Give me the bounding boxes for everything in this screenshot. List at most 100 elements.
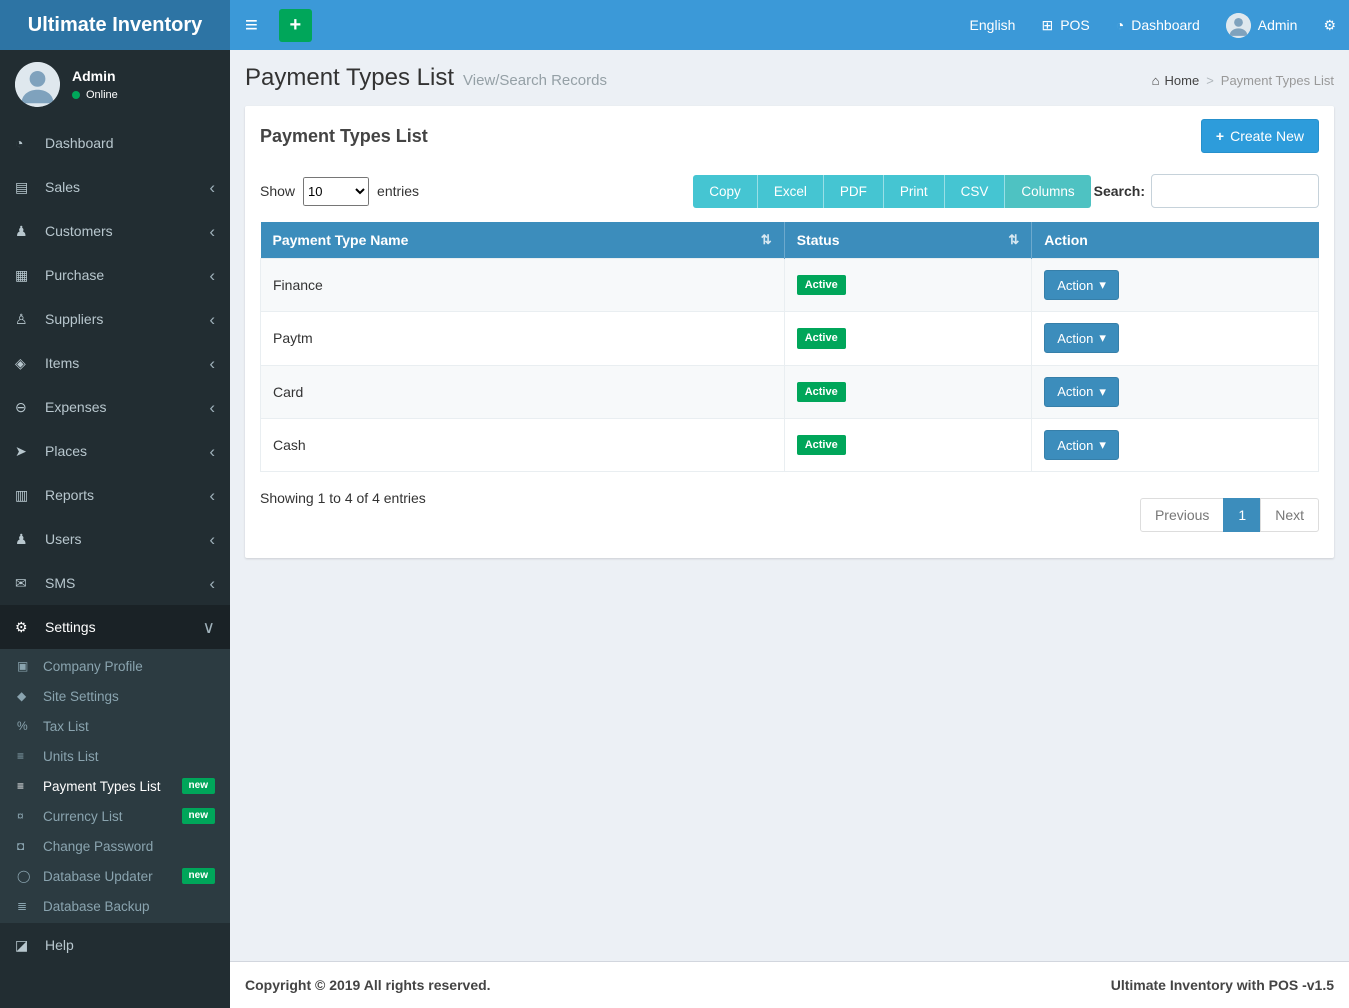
excel-button[interactable]: Excel	[758, 175, 824, 208]
customers-icon: ♟	[15, 223, 40, 240]
home-icon: ⌂	[1152, 73, 1160, 88]
sidebar-subitem-units-list[interactable]: ≡ Units List	[0, 741, 230, 771]
sidebar-subitem-change-password[interactable]: ◘ Change Password	[0, 831, 230, 861]
sidebar-item-label: Users	[45, 531, 82, 547]
sidebar-item-expenses[interactable]: ⊖ Expenses ‹	[0, 385, 230, 429]
sidebar-item-sales[interactable]: ▤ Sales ‹	[0, 165, 230, 209]
sidebar-item-sms[interactable]: ✉ SMS ‹	[0, 561, 230, 605]
action-dropdown-button[interactable]: Action ▾	[1044, 430, 1119, 460]
pagination-previous-button[interactable]: Previous	[1140, 498, 1224, 532]
search-input[interactable]	[1151, 174, 1319, 208]
page-title: Payment Types List	[245, 64, 454, 92]
caret-down-icon: ▾	[1099, 437, 1106, 453]
column-label: Status	[797, 232, 840, 248]
column-label: Payment Type Name	[273, 232, 409, 248]
pagination-page-1-button[interactable]: 1	[1223, 498, 1261, 532]
sales-icon: ▤	[15, 179, 40, 196]
expenses-icon: ⊖	[15, 399, 40, 416]
app-logo[interactable]: Ultimate Inventory	[0, 0, 230, 50]
chevron-left-icon: ‹	[209, 575, 215, 592]
currency-icon: ¤	[17, 809, 40, 823]
page-length-select[interactable]: 10	[303, 177, 369, 206]
sidebar-user-status[interactable]: Online	[72, 89, 118, 101]
sidebar-item-label: Dashboard	[45, 135, 114, 151]
items-icon: ◈	[15, 355, 40, 372]
copy-button[interactable]: Copy	[693, 175, 758, 208]
chevron-left-icon: ‹	[209, 267, 215, 284]
gear-icon: ⚙	[1323, 17, 1336, 34]
nav-dashboard[interactable]: ◔ Dashboard	[1103, 0, 1213, 50]
sidebar-item-users[interactable]: ♟ Users ‹	[0, 517, 230, 561]
nav-user-label: Admin	[1258, 17, 1298, 33]
suppliers-icon: ♙	[15, 311, 40, 328]
column-header-status[interactable]: Status ⇅	[784, 222, 1032, 259]
sidebar-item-suppliers[interactable]: ♙ Suppliers ‹	[0, 297, 230, 341]
percent-icon: %	[17, 719, 40, 733]
sidebar-item-items[interactable]: ◈ Items ‹	[0, 341, 230, 385]
action-dropdown-button[interactable]: Action ▾	[1044, 323, 1119, 353]
new-badge: new	[182, 778, 215, 794]
print-button[interactable]: Print	[884, 175, 945, 208]
sidebar-item-label: SMS	[45, 575, 75, 591]
quick-add-button[interactable]: +	[279, 9, 312, 42]
pdf-button[interactable]: PDF	[824, 175, 884, 208]
action-label: Action	[1057, 331, 1093, 346]
subitem-label: Database Backup	[43, 899, 150, 914]
purchase-icon: ▦	[15, 267, 40, 284]
nav-language[interactable]: English	[957, 0, 1029, 50]
nav-user-menu[interactable]: Admin	[1213, 0, 1311, 50]
subitem-label: Change Password	[43, 839, 153, 854]
chevron-left-icon: ‹	[209, 487, 215, 504]
sidebar-item-help[interactable]: ◪ Help	[0, 923, 230, 967]
new-badge: new	[182, 868, 215, 884]
sidebar-item-places[interactable]: ➤ Places ‹	[0, 429, 230, 473]
sidebar-subitem-database-backup[interactable]: ≣ Database Backup	[0, 891, 230, 921]
action-dropdown-button[interactable]: Action ▾	[1044, 270, 1119, 300]
sidebar-item-reports[interactable]: ▥ Reports ‹	[0, 473, 230, 517]
chevron-left-icon: ‹	[209, 355, 215, 372]
column-header-payment-type-name[interactable]: Payment Type Name ⇅	[261, 222, 785, 259]
sidebar-subitem-database-updater[interactable]: ◯ Database Updater new	[0, 861, 230, 891]
breadcrumb-home[interactable]: ⌂ Home	[1152, 73, 1200, 88]
menu-toggle-button[interactable]: ≡	[230, 0, 273, 50]
sidebar-item-dashboard[interactable]: ◔ Dashboard	[0, 121, 230, 165]
sidebar-subitem-site-settings[interactable]: ◆ Site Settings	[0, 681, 230, 711]
breadcrumb-current: Payment Types List	[1221, 73, 1334, 88]
sidebar-subitem-payment-types-list[interactable]: ≡ Payment Types List new	[0, 771, 230, 801]
pagination-next-button[interactable]: Next	[1260, 498, 1319, 532]
online-status-label: Online	[86, 89, 118, 101]
create-new-label: Create New	[1230, 128, 1304, 144]
sidebar-menu: ◔ Dashboard ▤ Sales ‹ ♟ Customers ‹ ▦ Pu…	[0, 121, 230, 967]
sidebar-subitem-company-profile[interactable]: ▣ Company Profile	[0, 651, 230, 681]
sort-icon: ⇅	[1008, 232, 1019, 248]
payment-type-name-cell: Finance	[261, 259, 785, 312]
csv-button[interactable]: CSV	[945, 175, 1006, 208]
sidebar-subitem-tax-list[interactable]: % Tax List	[0, 711, 230, 741]
chevron-left-icon: ‹	[209, 399, 215, 416]
table-row: Paytm Active Action ▾	[261, 312, 1319, 365]
nav-pos-label: POS	[1060, 17, 1090, 33]
sidebar-item-label: Purchase	[45, 267, 104, 283]
nav-pos[interactable]: ⊞ POS	[1028, 0, 1102, 50]
sidebar-item-label: Places	[45, 443, 87, 459]
show-label: Show	[260, 183, 295, 199]
breadcrumb-separator: >	[1206, 73, 1214, 88]
export-button-group: Copy Excel PDF Print CSV Columns	[693, 175, 1090, 208]
sidebar-subitem-currency-list[interactable]: ¤ Currency List new	[0, 801, 230, 831]
places-icon: ➤	[15, 443, 40, 460]
columns-button[interactable]: Columns	[1005, 175, 1090, 208]
chevron-left-icon: ‹	[209, 311, 215, 328]
nav-dashboard-label: Dashboard	[1131, 17, 1200, 33]
create-new-button[interactable]: + Create New	[1201, 119, 1319, 153]
sidebar-item-purchase[interactable]: ▦ Purchase ‹	[0, 253, 230, 297]
sidebar-item-customers[interactable]: ♟ Customers ‹	[0, 209, 230, 253]
chevron-left-icon: ‹	[209, 179, 215, 196]
action-dropdown-button[interactable]: Action ▾	[1044, 377, 1119, 407]
database-icon: ≣	[17, 899, 40, 913]
chevron-left-icon: ‹	[209, 223, 215, 240]
sidebar-item-settings[interactable]: ⚙ Settings ∨	[0, 605, 230, 649]
nav-settings[interactable]: ⚙	[1310, 0, 1349, 50]
hamburger-icon: ≡	[245, 12, 258, 38]
refresh-icon: ◯	[17, 869, 40, 883]
sidebar-item-label: Customers	[45, 223, 113, 239]
